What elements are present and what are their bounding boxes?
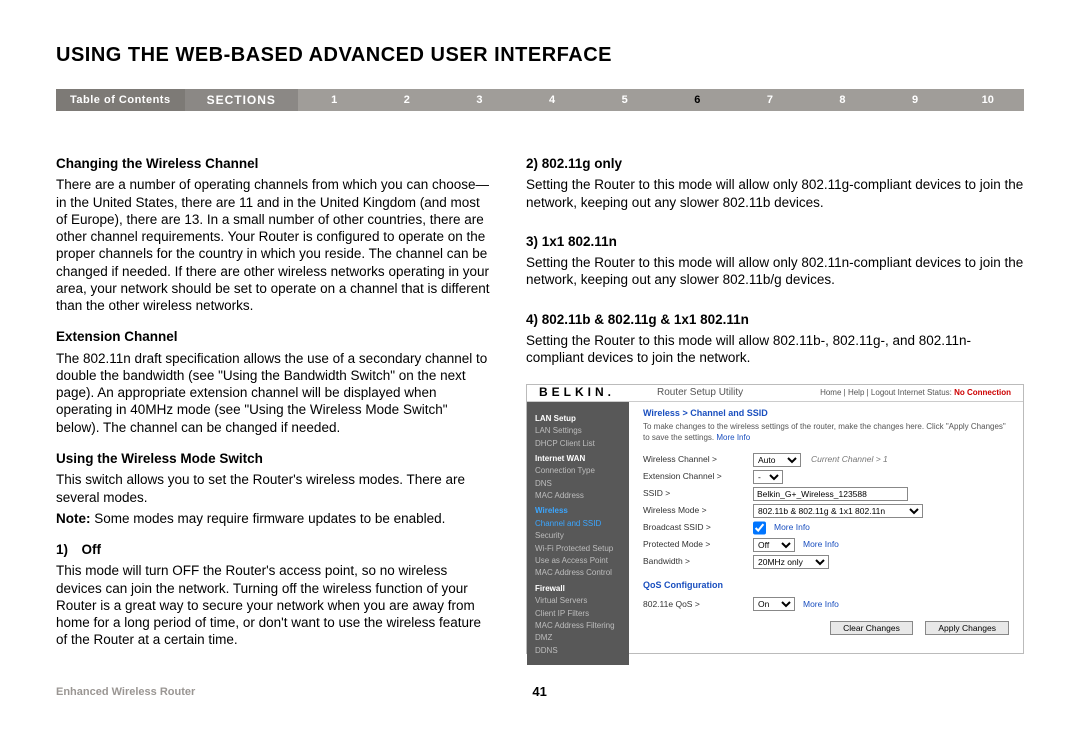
heading-off: 1) Off xyxy=(56,541,492,558)
side-internet-wan[interactable]: Internet WAN xyxy=(535,453,621,465)
sel-wireless-channel[interactable]: Auto xyxy=(753,453,801,467)
lab-protected-mode: Protected Mode > xyxy=(643,539,753,550)
heading-extension-channel: Extension Channel xyxy=(56,328,492,345)
lab-bandwidth: Bandwidth > xyxy=(643,556,753,567)
router-screenshot: BELKIN. Router Setup Utility Home | Help… xyxy=(526,384,1024,654)
lab-wireless-channel: Wireless Channel > xyxy=(643,454,753,465)
lab-wireless-mode: Wireless Mode > xyxy=(643,505,753,516)
router-sidebar: LAN Setup LAN Settings DHCP Client List … xyxy=(527,402,629,665)
current-channel: Current Channel > 1 xyxy=(811,454,888,465)
right-column: 2) 802.11g only Setting the Router to th… xyxy=(526,155,1024,654)
clear-changes-button[interactable]: Clear Changes xyxy=(830,621,913,635)
p-note: Note: Some modes may require firmware up… xyxy=(56,510,492,527)
sel-protected-mode[interactable]: Off xyxy=(753,538,795,552)
lab-extension-channel: Extension Channel > xyxy=(643,471,753,482)
side-lan-settings[interactable]: LAN Settings xyxy=(535,425,621,437)
heading-changing-channel: Changing the Wireless Channel xyxy=(56,155,492,172)
nav-toc[interactable]: Table of Contents xyxy=(56,89,185,111)
side-dns[interactable]: DNS xyxy=(535,478,621,490)
side-mac-filtering[interactable]: MAC Address Filtering xyxy=(535,620,621,632)
sel-bandwidth[interactable]: 20MHz only xyxy=(753,555,829,569)
nav-10[interactable]: 10 xyxy=(951,94,1024,106)
apply-changes-button[interactable]: Apply Changes xyxy=(925,621,1009,635)
left-column: Changing the Wireless Channel There are … xyxy=(56,155,492,654)
nav-9[interactable]: 9 xyxy=(879,94,952,106)
side-dhcp-client-list[interactable]: DHCP Client List xyxy=(535,438,621,450)
side-ddns[interactable]: DDNS xyxy=(535,645,621,657)
p-80211bgn: Setting the Router to this mode will all… xyxy=(526,332,1024,367)
lab-ssid: SSID > xyxy=(643,488,753,499)
sel-extension-channel[interactable]: - xyxy=(753,470,783,484)
side-wps[interactable]: Wi-Fi Protected Setup xyxy=(535,543,621,555)
mi-qos[interactable]: More Info xyxy=(803,599,839,610)
sel-wireless-mode[interactable]: 802.11b & 802.11g & 1x1 802.11n xyxy=(753,504,923,518)
nav-4[interactable]: 4 xyxy=(516,94,589,106)
side-virtual-servers[interactable]: Virtual Servers xyxy=(535,595,621,607)
nav-8[interactable]: 8 xyxy=(806,94,879,106)
sel-qos[interactable]: On xyxy=(753,597,795,611)
router-top-links[interactable]: Home | Help | Logout Internet Status: No… xyxy=(820,388,1011,398)
lab-qos: 802.11e QoS > xyxy=(643,599,753,610)
nav-2[interactable]: 2 xyxy=(371,94,444,106)
router-desc: To make changes to the wireless settings… xyxy=(643,422,1009,443)
qos-heading: QoS Configuration xyxy=(643,580,1009,592)
side-wireless[interactable]: Wireless xyxy=(535,505,621,517)
more-info-link[interactable]: More Info xyxy=(716,433,750,442)
side-lan-setup[interactable]: LAN Setup xyxy=(535,413,621,425)
sections-navbar: Table of Contents SECTIONS 1 2 3 4 5 6 7… xyxy=(56,89,1024,111)
chk-broadcast-ssid[interactable] xyxy=(753,521,766,535)
side-firewall[interactable]: Firewall xyxy=(535,583,621,595)
heading-80211g: 2) 802.11g only xyxy=(526,155,1024,172)
mi-broadcast[interactable]: More Info xyxy=(774,522,810,533)
nav-5[interactable]: 5 xyxy=(588,94,661,106)
nav-3[interactable]: 3 xyxy=(443,94,516,106)
p-changing-channel: There are a number of operating channels… xyxy=(56,176,492,314)
mi-protected[interactable]: More Info xyxy=(803,539,839,550)
belkin-logo: BELKIN. xyxy=(539,385,615,400)
nav-7[interactable]: 7 xyxy=(734,94,807,106)
side-mac-address[interactable]: MAC Address xyxy=(535,490,621,502)
side-use-as-ap[interactable]: Use as Access Point xyxy=(535,555,621,567)
heading-80211bgn: 4) 802.11b & 802.11g & 1x1 802.11n xyxy=(526,311,1024,328)
heading-80211n: 3) 1x1 802.11n xyxy=(526,233,1024,250)
side-connection-type[interactable]: Connection Type xyxy=(535,465,621,477)
side-dmz[interactable]: DMZ xyxy=(535,632,621,644)
side-channel-ssid[interactable]: Channel and SSID xyxy=(535,518,621,530)
footer-left: Enhanced Wireless Router xyxy=(56,686,195,698)
router-main: Wireless > Channel and SSID To make chan… xyxy=(629,402,1023,665)
nav-6[interactable]: 6 xyxy=(661,94,734,106)
lab-broadcast-ssid: Broadcast SSID > xyxy=(643,522,753,533)
side-security[interactable]: Security xyxy=(535,530,621,542)
side-client-ip-filters[interactable]: Client IP Filters xyxy=(535,608,621,620)
p-80211n: Setting the Router to this mode will all… xyxy=(526,254,1024,289)
p-80211g: Setting the Router to this mode will all… xyxy=(526,176,1024,211)
input-ssid[interactable] xyxy=(753,487,908,501)
p-off: This mode will turn OFF the Router's acc… xyxy=(56,562,492,648)
side-mac-control[interactable]: MAC Address Control xyxy=(535,567,621,579)
p-extension-channel: The 802.11n draft specification allows t… xyxy=(56,350,492,436)
nav-sections-label: SECTIONS xyxy=(185,89,298,111)
nav-1[interactable]: 1 xyxy=(298,94,371,106)
page-title: USING THE WEB-BASED ADVANCED USER INTERF… xyxy=(56,44,1024,67)
heading-wireless-mode-switch: Using the Wireless Mode Switch xyxy=(56,450,492,467)
page-number: 41 xyxy=(532,684,546,699)
p-wireless-mode-switch: This switch allows you to set the Router… xyxy=(56,471,492,506)
router-utility-title: Router Setup Utility xyxy=(615,387,820,400)
router-breadcrumb: Wireless > Channel and SSID xyxy=(643,408,1009,420)
